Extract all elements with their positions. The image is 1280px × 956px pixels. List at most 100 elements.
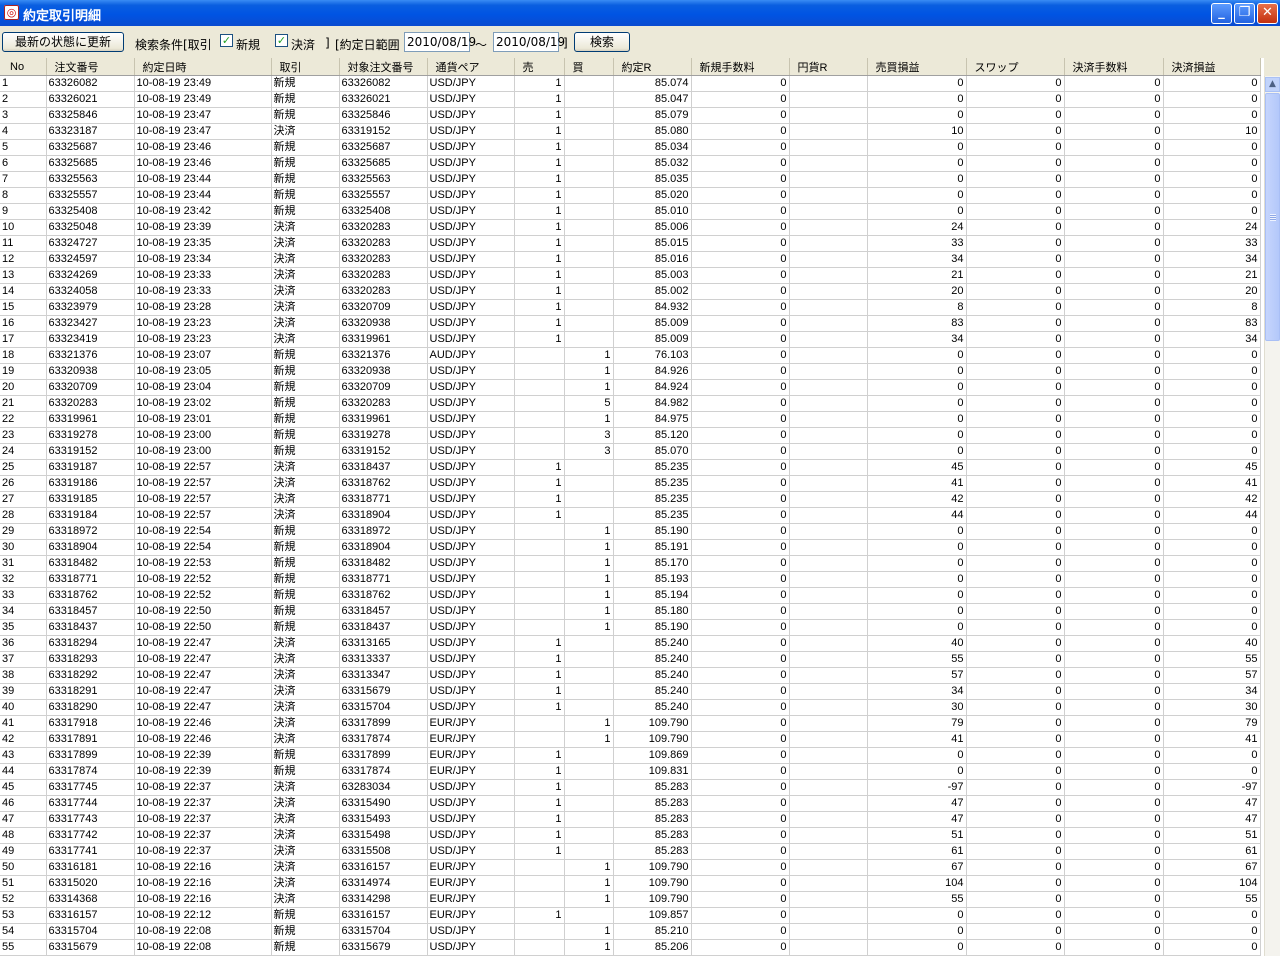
table-row[interactable]: 42 63317891 10-08-19 22:46 決済 63317874 EUR/JP… (0, 731, 1261, 748)
table-row[interactable]: 16 63323427 10-08-19 23:23 決済 63320938 USD/JP… (0, 315, 1261, 332)
table-row[interactable]: 32 63318771 10-08-19 22:52 新規 63318771 USD/JP… (0, 571, 1261, 588)
table-row[interactable]: 19 63320938 10-08-19 23:05 新規 63320938 USD/JP… (0, 363, 1261, 380)
table-row[interactable]: 2 63326021 10-08-19 23:49 新規 63326021 USD/JPY… (0, 91, 1261, 108)
table-cell: 10-08-19 22:37 (134, 779, 272, 796)
table-row[interactable]: 47 63317743 10-08-19 22:37 決済 63315493 USD/JP… (0, 811, 1261, 828)
table-row[interactable]: 43 63317899 10-08-19 22:39 新規 63317899 EUR/JP… (0, 747, 1261, 764)
table-row[interactable]: 20 63320709 10-08-19 23:04 新規 63320709 USD/JP… (0, 379, 1261, 396)
table-row[interactable]: 26 63319186 10-08-19 22:57 決済 63318762 USD/JP… (0, 475, 1261, 492)
table-row[interactable]: 51 63315020 10-08-19 22:16 決済 63314974 EUR/JP… (0, 875, 1261, 892)
table-row[interactable]: 46 63317744 10-08-19 22:37 決済 63315490 USD/JP… (0, 795, 1261, 812)
table-row[interactable]: 4 63323187 10-08-19 23:47 決済 63319152 USD/JPY… (0, 123, 1261, 140)
table-row[interactable]: 22 63319961 10-08-19 23:01 新規 63319961 USD/JP… (0, 411, 1261, 428)
table-cell: 63315679 (339, 683, 428, 700)
table-cell: 63325563 (46, 171, 135, 188)
table-cell: 63317742 (46, 827, 135, 844)
table-row[interactable]: 50 63316181 10-08-19 22:16 決済 63316157 EUR/JP… (0, 859, 1261, 876)
table-row[interactable]: 25 63319187 10-08-19 22:57 決済 63318437 USD/JP… (0, 459, 1261, 476)
column-header[interactable]: 新規手数料 (691, 58, 790, 76)
table-cell: 63324597 (46, 251, 135, 268)
table-cell: 10-08-19 22:53 (134, 555, 272, 572)
table-row[interactable]: 8 63325557 10-08-19 23:44 新規 63325557 USD/JPY… (0, 187, 1261, 204)
column-header[interactable]: 買 (564, 58, 614, 76)
table-row[interactable]: 11 63324727 10-08-19 23:35 決済 63320283 USD/JP… (0, 235, 1261, 252)
maximize-button[interactable]: ❐ (1234, 3, 1255, 24)
column-header[interactable]: 売買損益 (867, 58, 967, 76)
column-header[interactable]: 売 (514, 58, 565, 76)
table-row[interactable]: 1 63326082 10-08-19 23:49 新規 63326082 USD/JPY… (0, 75, 1261, 92)
table-row[interactable]: 28 63319184 10-08-19 22:57 決済 63318904 USD/JP… (0, 507, 1261, 524)
table-cell: 0 (867, 379, 967, 396)
scroll-thumb[interactable] (1265, 93, 1280, 341)
table-row[interactable]: 12 63324597 10-08-19 23:34 決済 63320283 USD/JP… (0, 251, 1261, 268)
table-row[interactable]: 31 63318482 10-08-19 22:53 新規 63318482 USD/JP… (0, 555, 1261, 572)
table-row[interactable]: 33 63318762 10-08-19 22:52 新規 63318762 USD/JP… (0, 587, 1261, 604)
table-cell: 0 (691, 651, 790, 668)
table-row[interactable]: 34 63318457 10-08-19 22:50 新規 63318457 USD/JP… (0, 603, 1261, 620)
minimize-button[interactable]: _ (1211, 3, 1232, 24)
table-cell: 63314368 (46, 891, 135, 908)
refresh-button[interactable]: 最新の状態に更新 (2, 32, 124, 52)
table-row[interactable]: 15 63323979 10-08-19 23:28 決済 63320709 USD/JP… (0, 299, 1261, 316)
table-cell: 63325687 (339, 139, 428, 156)
table-row[interactable]: 17 63323419 10-08-19 23:23 決済 63319961 USD/JP… (0, 331, 1261, 348)
search-button[interactable]: 検索 (574, 32, 630, 52)
table-row[interactable]: 45 63317745 10-08-19 22:37 決済 63283034 USD/JP… (0, 779, 1261, 796)
table-row[interactable]: 36 63318294 10-08-19 22:47 決済 63313165 USD/JP… (0, 635, 1261, 652)
table-row[interactable]: 9 63325408 10-08-19 23:42 新規 63325408 USD/JPY… (0, 203, 1261, 220)
title-bar[interactable]: ◎ 約定取引明細 _ ❐ ✕ (0, 0, 1280, 26)
table-row[interactable]: 53 63316157 10-08-19 22:12 新規 63316157 EUR/JP… (0, 907, 1261, 924)
column-header[interactable]: 対象注文番号 (339, 58, 428, 76)
table-row[interactable]: 24 63319152 10-08-19 23:00 新規 63319152 USD/JP… (0, 443, 1261, 460)
table-row[interactable]: 10 63325048 10-08-19 23:39 決済 63320283 USD/JP… (0, 219, 1261, 236)
table-cell: 新規 (271, 155, 340, 172)
table-row[interactable]: 29 63318972 10-08-19 22:54 新規 63318972 USD/JP… (0, 523, 1261, 540)
table-row[interactable]: 14 63324058 10-08-19 23:33 決済 63320283 USD/JP… (0, 283, 1261, 300)
table-row[interactable]: 35 63318437 10-08-19 22:50 新規 63318437 USD/JP… (0, 619, 1261, 636)
table-row[interactable]: 27 63319185 10-08-19 22:57 決済 63318771 USD/JP… (0, 491, 1261, 508)
table-cell: 0 (1163, 347, 1261, 364)
column-header[interactable]: 決済手数料 (1064, 58, 1164, 76)
table-cell (789, 715, 868, 732)
date-from-field[interactable]: 2010/08/19 (404, 32, 476, 52)
table-row[interactable]: 13 63324269 10-08-19 23:33 決済 63320283 USD/JP… (0, 267, 1261, 284)
table-row[interactable]: 40 63318290 10-08-19 22:47 決済 63315704 USD/JP… (0, 699, 1261, 716)
table-row[interactable]: 39 63318291 10-08-19 22:47 決済 63315679 USD/JP… (0, 683, 1261, 700)
date-to-field[interactable]: 2010/08/19 (493, 32, 565, 52)
column-header[interactable]: 円貨R (789, 58, 868, 76)
table-row[interactable]: 30 63318904 10-08-19 22:54 新規 63318904 USD/JP… (0, 539, 1261, 556)
column-header[interactable]: 約定日時 (134, 58, 272, 76)
table-cell: 4 (0, 123, 47, 140)
table-row[interactable]: 55 63315679 10-08-19 22:08 新規 63315679 USD/JP… (0, 939, 1261, 956)
table-row[interactable]: 5 63325687 10-08-19 23:46 新規 63325687 USD/JPY… (0, 139, 1261, 156)
column-header[interactable]: 注文番号 (46, 58, 135, 76)
table-row[interactable]: 52 63314368 10-08-19 22:16 決済 63314298 EUR/JP… (0, 891, 1261, 908)
table-row[interactable]: 49 63317741 10-08-19 22:37 決済 63315508 USD/JP… (0, 843, 1261, 860)
table-cell: 0 (966, 491, 1065, 508)
vertical-scrollbar[interactable]: ▲ (1264, 76, 1280, 956)
new-checkbox[interactable]: ✓ (220, 34, 233, 47)
column-header[interactable]: 取引 (271, 58, 340, 76)
scroll-up-button[interactable]: ▲ (1265, 77, 1280, 92)
table-row[interactable]: 54 63315704 10-08-19 22:08 新規 63315704 USD/JP… (0, 923, 1261, 940)
column-header[interactable]: 決済損益 (1163, 58, 1261, 76)
column-header[interactable]: 約定R (613, 58, 692, 76)
table-row[interactable]: 48 63317742 10-08-19 22:37 決済 63315498 USD/JP… (0, 827, 1261, 844)
column-header[interactable]: スワップ (966, 58, 1065, 76)
table-row[interactable]: 41 63317918 10-08-19 22:46 決済 63317899 EUR/JP… (0, 715, 1261, 732)
table-row[interactable]: 18 63321376 10-08-19 23:07 新規 63321376 AUD/JP… (0, 347, 1261, 364)
column-header[interactable]: 通貨ペア (427, 58, 515, 76)
table-row[interactable]: 3 63325846 10-08-19 23:47 新規 63325846 USD/JPY… (0, 107, 1261, 124)
settle-checkbox[interactable]: ✓ (275, 34, 288, 47)
table-row[interactable]: 23 63319278 10-08-19 23:00 新規 63319278 USD/JP… (0, 427, 1261, 444)
close-button[interactable]: ✕ (1257, 3, 1278, 24)
table-row[interactable]: 21 63320283 10-08-19 23:02 新規 63320283 USD/JP… (0, 395, 1261, 412)
table-cell: USD/JPY (427, 923, 515, 940)
table-row[interactable]: 44 63317874 10-08-19 22:39 新規 63317874 EUR/JP… (0, 763, 1261, 780)
table-row[interactable]: 7 63325563 10-08-19 23:44 新規 63325563 USD/JPY… (0, 171, 1261, 188)
column-header[interactable]: No (0, 58, 47, 76)
table-row[interactable]: 37 63318293 10-08-19 22:47 決済 63313337 USD/JP… (0, 651, 1261, 668)
table-row[interactable]: 6 63325685 10-08-19 23:46 新規 63325685 USD/JPY… (0, 155, 1261, 172)
table-row[interactable]: 38 63318292 10-08-19 22:47 決済 63313347 USD/JP… (0, 667, 1261, 684)
table-cell: USD/JPY (427, 571, 515, 588)
